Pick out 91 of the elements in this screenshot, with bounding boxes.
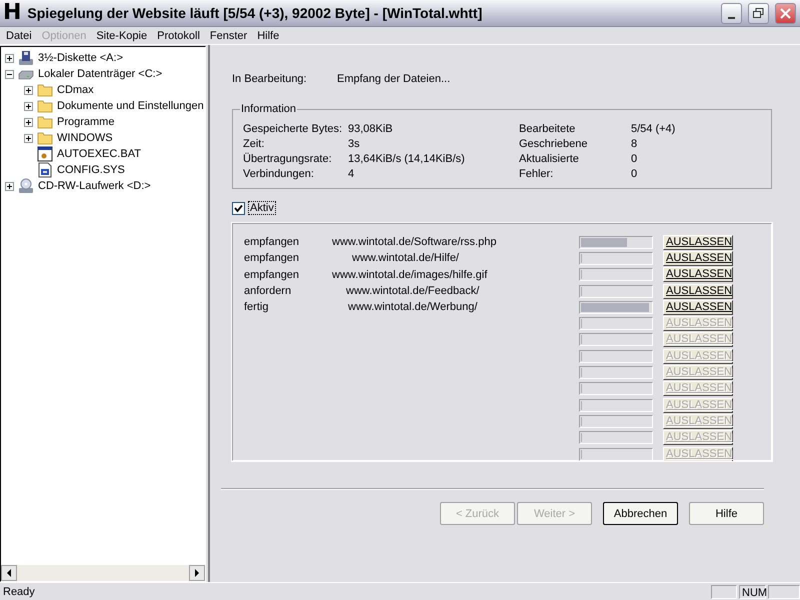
num-lock-indicator: NUM — [739, 584, 766, 598]
transfer-status: anfordern — [244, 285, 292, 298]
info-label: Geschriebene — [519, 138, 588, 150]
tree-item[interactable]: CD-RW-Laufwerk <D:> — [38, 180, 151, 192]
plus-icon — [26, 104, 31, 108]
info-value: 3s — [348, 138, 361, 150]
plus-icon — [26, 136, 31, 140]
skip-button[interactable]: AUSLASSEN — [663, 300, 733, 315]
left-arrow-icon — [6, 569, 12, 577]
tree-item[interactable]: CDmax — [57, 84, 94, 96]
status-label: In Bearbeitung: — [232, 73, 308, 85]
menu-item[interactable]: Site-Kopie — [91, 30, 152, 42]
right-arrow-icon — [194, 569, 200, 577]
active-checkbox[interactable] — [232, 202, 245, 214]
skip-button[interactable]: AUSLASSEN — [663, 267, 733, 282]
info-value: 4 — [348, 168, 356, 180]
skip-button[interactable]: AUSLASSEN — [663, 284, 733, 299]
folder-icon — [37, 131, 53, 145]
checkbox-label[interactable]: Aktiv — [248, 201, 276, 215]
menu-item[interactable]: Protokoll — [152, 30, 205, 42]
minus-icon — [7, 72, 12, 76]
info-value: 5/54 (+4) — [631, 123, 676, 135]
plus-icon — [26, 120, 31, 124]
restore-icon — [753, 8, 764, 18]
app-icon: H — [3, 2, 22, 24]
transfer-status: empfangen — [244, 236, 300, 248]
menu-item[interactable]: Datei — [1, 30, 37, 42]
restore-button[interactable] — [748, 2, 769, 24]
info-value: 93,08KiB — [348, 123, 394, 135]
menu-item[interactable]: Hilfe — [252, 30, 284, 42]
info-label: Fehler: — [519, 168, 554, 180]
info-label: Verbindungen: — [243, 168, 315, 180]
close-icon — [780, 8, 791, 18]
transfer-status: empfangen — [244, 252, 300, 264]
dialog-button[interactable]: Hilfe — [689, 502, 764, 525]
tree-item[interactable]: AUTOEXEC.BAT — [57, 148, 141, 160]
status-panel — [768, 584, 800, 598]
tree-item[interactable]: 3½-Diskette <A:> — [38, 52, 123, 64]
transfer-status: fertig — [244, 301, 270, 314]
status-value: Empfang der Dateien... — [337, 73, 450, 85]
plus-icon — [7, 184, 12, 188]
plus-icon — [7, 56, 12, 60]
info-label: Übertragungsrate: — [243, 153, 333, 165]
settings-file-icon — [37, 162, 53, 178]
scroll-right-button[interactable] — [189, 565, 205, 581]
expand-icon[interactable] — [24, 118, 33, 126]
info-value: 0 — [631, 168, 638, 180]
transfer-url: www.wintotal.de/Software/rss.php — [331, 236, 498, 248]
group-title: Information — [240, 103, 298, 115]
plus-icon — [26, 88, 31, 92]
menu-item[interactable]: Fenster — [204, 30, 252, 42]
dialog-button[interactable]: Abbrechen — [603, 502, 678, 525]
expand-icon[interactable] — [5, 182, 14, 190]
transfer-url: www.wintotal.de/Werbung/ — [347, 301, 478, 314]
info-value: 8 — [631, 138, 638, 150]
expand-icon[interactable] — [24, 102, 33, 110]
info-value: 13,64KiB/s (14,14KiB/s) — [348, 153, 466, 165]
skip-button[interactable]: AUSLASSEN — [663, 250, 733, 266]
collapse-icon[interactable] — [5, 70, 14, 78]
window-title: Spiegelung der Website läuft [5/54 (+3), 92002 Byte] - [WinTotal.whtt] — [27, 5, 484, 21]
info-label: Gespeicherte Bytes: — [243, 123, 344, 135]
info-label: Aktualisierte — [519, 153, 580, 165]
transfer-status: empfangen — [244, 268, 300, 281]
horizontal-scrollbar[interactable] — [1, 565, 205, 581]
minimize-icon — [728, 17, 735, 19]
tree-item[interactable]: Programme — [57, 116, 114, 128]
tree-item[interactable]: CONFIG.SYS — [57, 164, 125, 176]
checkmark-icon — [234, 204, 243, 212]
floppy-drive-icon — [18, 50, 34, 66]
skip-button[interactable]: AUSLASSEN — [663, 234, 733, 250]
folder-icon — [37, 99, 53, 113]
expand-icon[interactable] — [24, 86, 33, 94]
cd-drive-icon — [18, 178, 34, 194]
info-label: Bearbeitete — [519, 123, 576, 135]
tree-item[interactable]: Dokumente und Einstellungen — [57, 100, 204, 112]
folder-icon — [37, 115, 53, 129]
folder-icon — [37, 83, 53, 97]
minimize-button[interactable] — [721, 2, 742, 24]
close-button[interactable] — [775, 2, 796, 24]
scroll-left-button[interactable] — [1, 565, 17, 581]
transfer-url: www.wintotal.de/images/hilfe.gif — [331, 268, 488, 281]
expand-icon[interactable] — [24, 134, 33, 142]
info-value: 0 — [631, 153, 638, 165]
expand-icon[interactable] — [5, 54, 14, 62]
tree-item[interactable]: Lokaler Datenträger <C:> — [38, 68, 162, 80]
transfer-url: www.wintotal.de/Hilfe/ — [351, 252, 460, 264]
transfer-url: www.wintotal.de/Feedback/ — [345, 285, 480, 298]
info-label: Zeit: — [243, 138, 266, 150]
status-text: Ready — [3, 586, 36, 598]
tree-item[interactable]: WINDOWS — [57, 132, 113, 144]
status-panel — [711, 584, 737, 598]
